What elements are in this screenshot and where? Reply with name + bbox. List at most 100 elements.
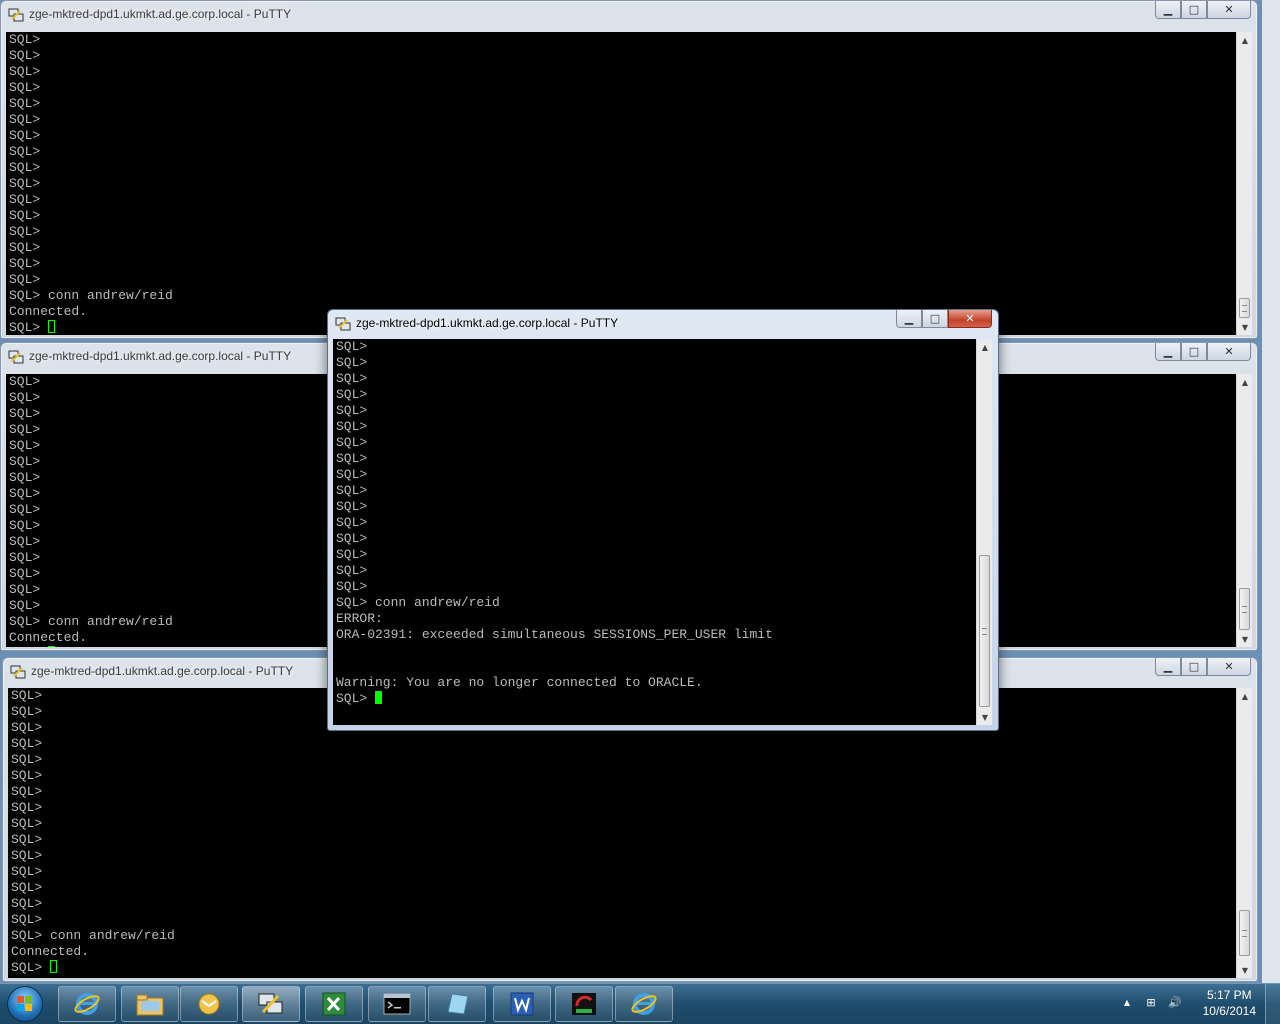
maximize-button[interactable]: □ <box>1181 343 1207 361</box>
terminal-line-text: SQL> <box>336 515 368 530</box>
volume-icon[interactable]: 🔊 <box>1168 996 1182 1010</box>
maximize-icon: □ <box>1188 3 1200 16</box>
scroll-up-arrow[interactable]: ▲ <box>1237 688 1253 704</box>
taskbar-excel[interactable] <box>305 986 363 1022</box>
terminal-line: SQL> <box>336 531 976 547</box>
terminal-line-text: SQL> <box>336 451 368 466</box>
scroll-down-arrow[interactable]: ▼ <box>977 709 993 725</box>
maximize-icon: □ <box>1188 660 1200 673</box>
terminal-line-text: SQL> <box>9 192 41 207</box>
close-icon: ✕ <box>1224 3 1234 16</box>
vertical-scrollbar[interactable]: ▲ ▼ <box>976 339 992 725</box>
terminal-line-text: SQL> <box>9 208 41 223</box>
terminal-line-text: SQL> <box>9 550 41 565</box>
scroll-thumb[interactable] <box>1239 588 1250 630</box>
network-icon[interactable]: ⊞ <box>1144 996 1158 1010</box>
desktop-edge <box>1262 0 1280 984</box>
terminal-line-text: SQL> <box>9 502 41 517</box>
minimize-button[interactable]: ▁ <box>1155 658 1181 676</box>
terminal-line: Connected. <box>11 944 1236 960</box>
terminal-line: SQL> <box>9 240 1236 256</box>
terminal-line-text: SQL> <box>11 800 43 815</box>
minimize-button[interactable]: ▁ <box>1155 343 1181 361</box>
terminal-line-text: SQL> <box>9 144 41 159</box>
terminal-line-text: SQL> <box>9 272 41 287</box>
scroll-down-arrow[interactable]: ▼ <box>1237 631 1253 647</box>
scroll-down-arrow[interactable]: ▼ <box>1237 319 1253 335</box>
terminal-line-text: SQL> <box>336 339 368 354</box>
start-button[interactable] <box>3 984 47 1024</box>
text-cursor <box>50 960 58 973</box>
title-bar[interactable]: zge-mktred-dpd1.ukmkt.ad.ge.corp.local -… <box>1 1 1257 29</box>
minimize-button[interactable]: ▁ <box>896 310 922 328</box>
terminal-line: SQL> <box>336 483 976 499</box>
taskbar-windows-explorer[interactable] <box>121 986 179 1022</box>
window-title: zge-mktred-dpd1.ukmkt.ad.ge.corp.local -… <box>31 664 294 678</box>
vertical-scrollbar[interactable]: ▲ ▼ <box>1236 32 1252 335</box>
putty-window-focused[interactable]: zge-mktred-dpd1.ukmkt.ad.ge.corp.local -… <box>327 309 999 731</box>
taskbar-putty[interactable] <box>242 986 300 1022</box>
terminal-line-text: SQL> <box>9 80 41 95</box>
terminal-line-text: SQL> conn andrew/reid <box>9 288 173 303</box>
scroll-thumb[interactable] <box>1239 910 1250 956</box>
taskbar-outlook[interactable] <box>180 986 238 1022</box>
maximize-button[interactable]: □ <box>1181 1 1207 19</box>
terminal-line-text: SQL> <box>336 483 368 498</box>
show-desktop-button[interactable] <box>1265 984 1280 1024</box>
taskbar-command-prompt[interactable] <box>368 986 426 1022</box>
terminal-line-text: SQL> <box>11 880 43 895</box>
taskbar-oracle-tool[interactable] <box>555 986 613 1022</box>
taskbar-notepad[interactable] <box>428 986 486 1022</box>
taskbar-internet-explorer[interactable] <box>58 986 116 1022</box>
scroll-up-arrow[interactable]: ▲ <box>1237 32 1253 48</box>
show-hidden-icons-icon[interactable]: ▲ <box>1120 996 1134 1010</box>
terminal-top[interactable]: SQL> SQL> SQL> SQL> SQL> SQL> SQL> SQL> SQL> SQL>… <box>6 32 1236 335</box>
terminal-line-text: SQL> <box>9 176 41 191</box>
scroll-thumb[interactable] <box>1239 298 1250 318</box>
scroll-down-arrow[interactable]: ▼ <box>1237 962 1253 978</box>
maximize-button[interactable]: □ <box>922 310 948 328</box>
close-button[interactable]: ✕ <box>1207 343 1251 361</box>
close-icon: ✕ <box>965 312 975 325</box>
close-button[interactable]: ✕ <box>1207 1 1251 19</box>
terminal-line-text: SQL> <box>9 160 41 175</box>
terminal-line-text: SQL> <box>9 374 41 389</box>
terminal-line-text: SQL> <box>9 646 48 647</box>
terminal-line: SQL> <box>336 435 976 451</box>
vertical-scrollbar[interactable]: ▲ ▼ <box>1236 688 1252 978</box>
terminal-line: SQL> <box>336 403 976 419</box>
terminal-focused[interactable]: SQL> SQL> SQL> SQL> SQL> SQL> SQL> SQL> SQL> SQL>… <box>333 339 976 725</box>
clock[interactable]: 5:17 PM 10/6/2014 <box>1203 987 1256 1019</box>
terminal-line-text: SQL> <box>336 547 368 562</box>
minimize-button[interactable]: ▁ <box>1155 1 1181 19</box>
terminal-bottom[interactable]: SQL> SQL> SQL> SQL> SQL> SQL> SQL> SQL> SQL> SQL>… <box>8 688 1236 978</box>
terminal-line-text: ERROR: <box>336 611 383 626</box>
terminal-line: SQL> <box>9 64 1236 80</box>
scroll-thumb[interactable] <box>979 555 990 707</box>
terminal-line-text: SQL> <box>11 848 43 863</box>
terminal-line-text: SQL> <box>11 704 43 719</box>
scroll-up-arrow[interactable]: ▲ <box>1237 374 1253 390</box>
taskbar-internet-explorer-2[interactable] <box>615 986 673 1022</box>
putty-window-top[interactable]: zge-mktred-dpd1.ukmkt.ad.ge.corp.local -… <box>0 0 1258 339</box>
notepad-icon <box>447 993 469 1015</box>
scroll-up-arrow[interactable]: ▲ <box>977 339 993 355</box>
terminal-line-text: SQL> <box>9 438 41 453</box>
text-cursor <box>48 646 56 647</box>
terminal-line: SQL> <box>9 272 1236 288</box>
close-button[interactable]: ✕ <box>1207 658 1251 676</box>
title-bar[interactable]: zge-mktred-dpd1.ukmkt.ad.ge.corp.local -… <box>328 310 998 338</box>
terminal-line: SQL> <box>336 563 976 579</box>
terminal-line: SQL> <box>11 848 1236 864</box>
maximize-button[interactable]: □ <box>1181 658 1207 676</box>
terminal-line: SQL> conn andrew/reid <box>9 288 1236 304</box>
terminal-line-text: SQL> <box>336 403 368 418</box>
taskbar-word[interactable] <box>493 986 551 1022</box>
vertical-scrollbar[interactable]: ▲ ▼ <box>1236 374 1252 647</box>
close-button[interactable]: ✕ <box>948 310 992 328</box>
terminal-line: SQL> <box>9 80 1236 96</box>
clock-time: 5:17 PM <box>1206 988 1252 1002</box>
terminal-line-text: SQL> <box>336 419 368 434</box>
terminal-line: SQL> <box>9 160 1236 176</box>
